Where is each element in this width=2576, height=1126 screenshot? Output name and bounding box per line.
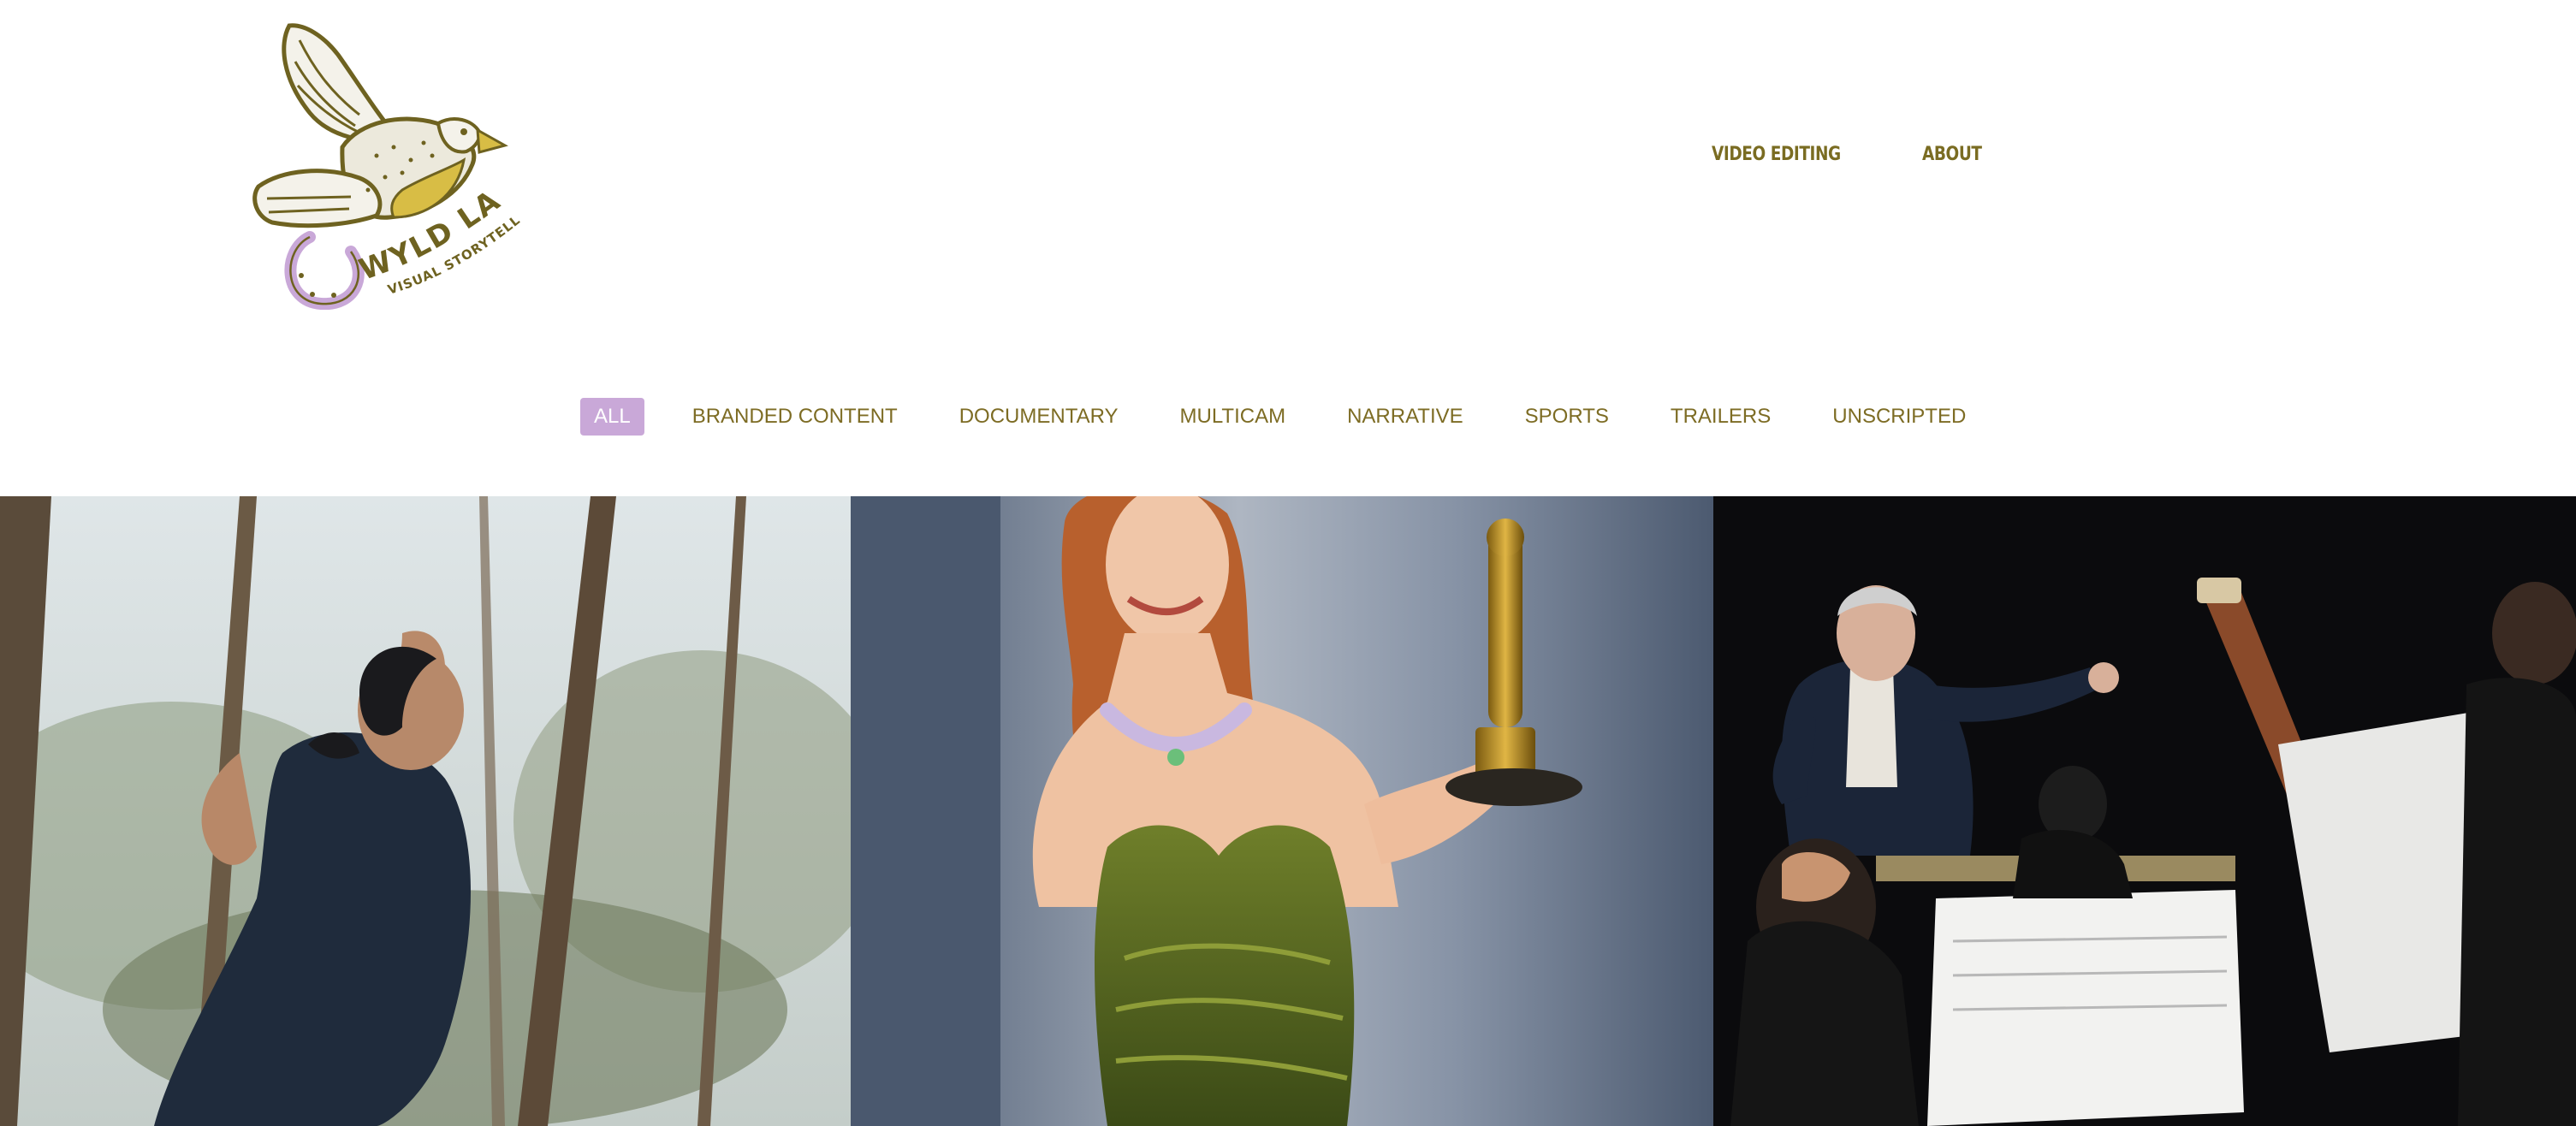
filter-narrative[interactable]: NARRATIVE <box>1333 398 1477 436</box>
gallery-tile-dancer[interactable] <box>0 496 851 1126</box>
nav-link-video-editing[interactable]: VIDEO EDITING <box>1712 144 1841 165</box>
filter-sports[interactable]: SPORTS <box>1511 398 1623 436</box>
main-nav: VIDEO EDITING ABOUT <box>1712 144 1992 165</box>
gallery-tile-orchestra[interactable] <box>1713 496 2576 1126</box>
actress-image <box>851 496 1713 1126</box>
nav-link-about[interactable]: ABOUT <box>1922 144 1982 165</box>
filter-documentary[interactable]: DOCUMENTARY <box>946 398 1132 436</box>
gallery-tile-actress[interactable] <box>851 496 1713 1126</box>
page: WYLD LARK VISUAL STORYTELLING VIDEO EDIT… <box>0 0 2576 1126</box>
filter-all[interactable]: ALL <box>580 398 644 436</box>
filter-trailers[interactable]: TRAILERS <box>1657 398 1784 436</box>
portfolio-gallery <box>0 496 2576 1126</box>
wyld-lark-logo[interactable]: WYLD LARK VISUAL STORYTELLING <box>248 19 539 310</box>
filter-multicam[interactable]: MULTICAM <box>1166 398 1300 436</box>
filter-branded-content[interactable]: BRANDED CONTENT <box>679 398 911 436</box>
filter-unscripted[interactable]: UNSCRIPTED <box>1819 398 1979 436</box>
dancer-image <box>0 496 851 1126</box>
category-filter-bar: ALL BRANDED CONTENT DOCUMENTARY MULTICAM… <box>580 398 2014 436</box>
orchestra-image <box>1713 496 2576 1126</box>
lark-horseshoe-logo-icon: WYLD LARK VISUAL STORYTELLING <box>248 19 523 310</box>
